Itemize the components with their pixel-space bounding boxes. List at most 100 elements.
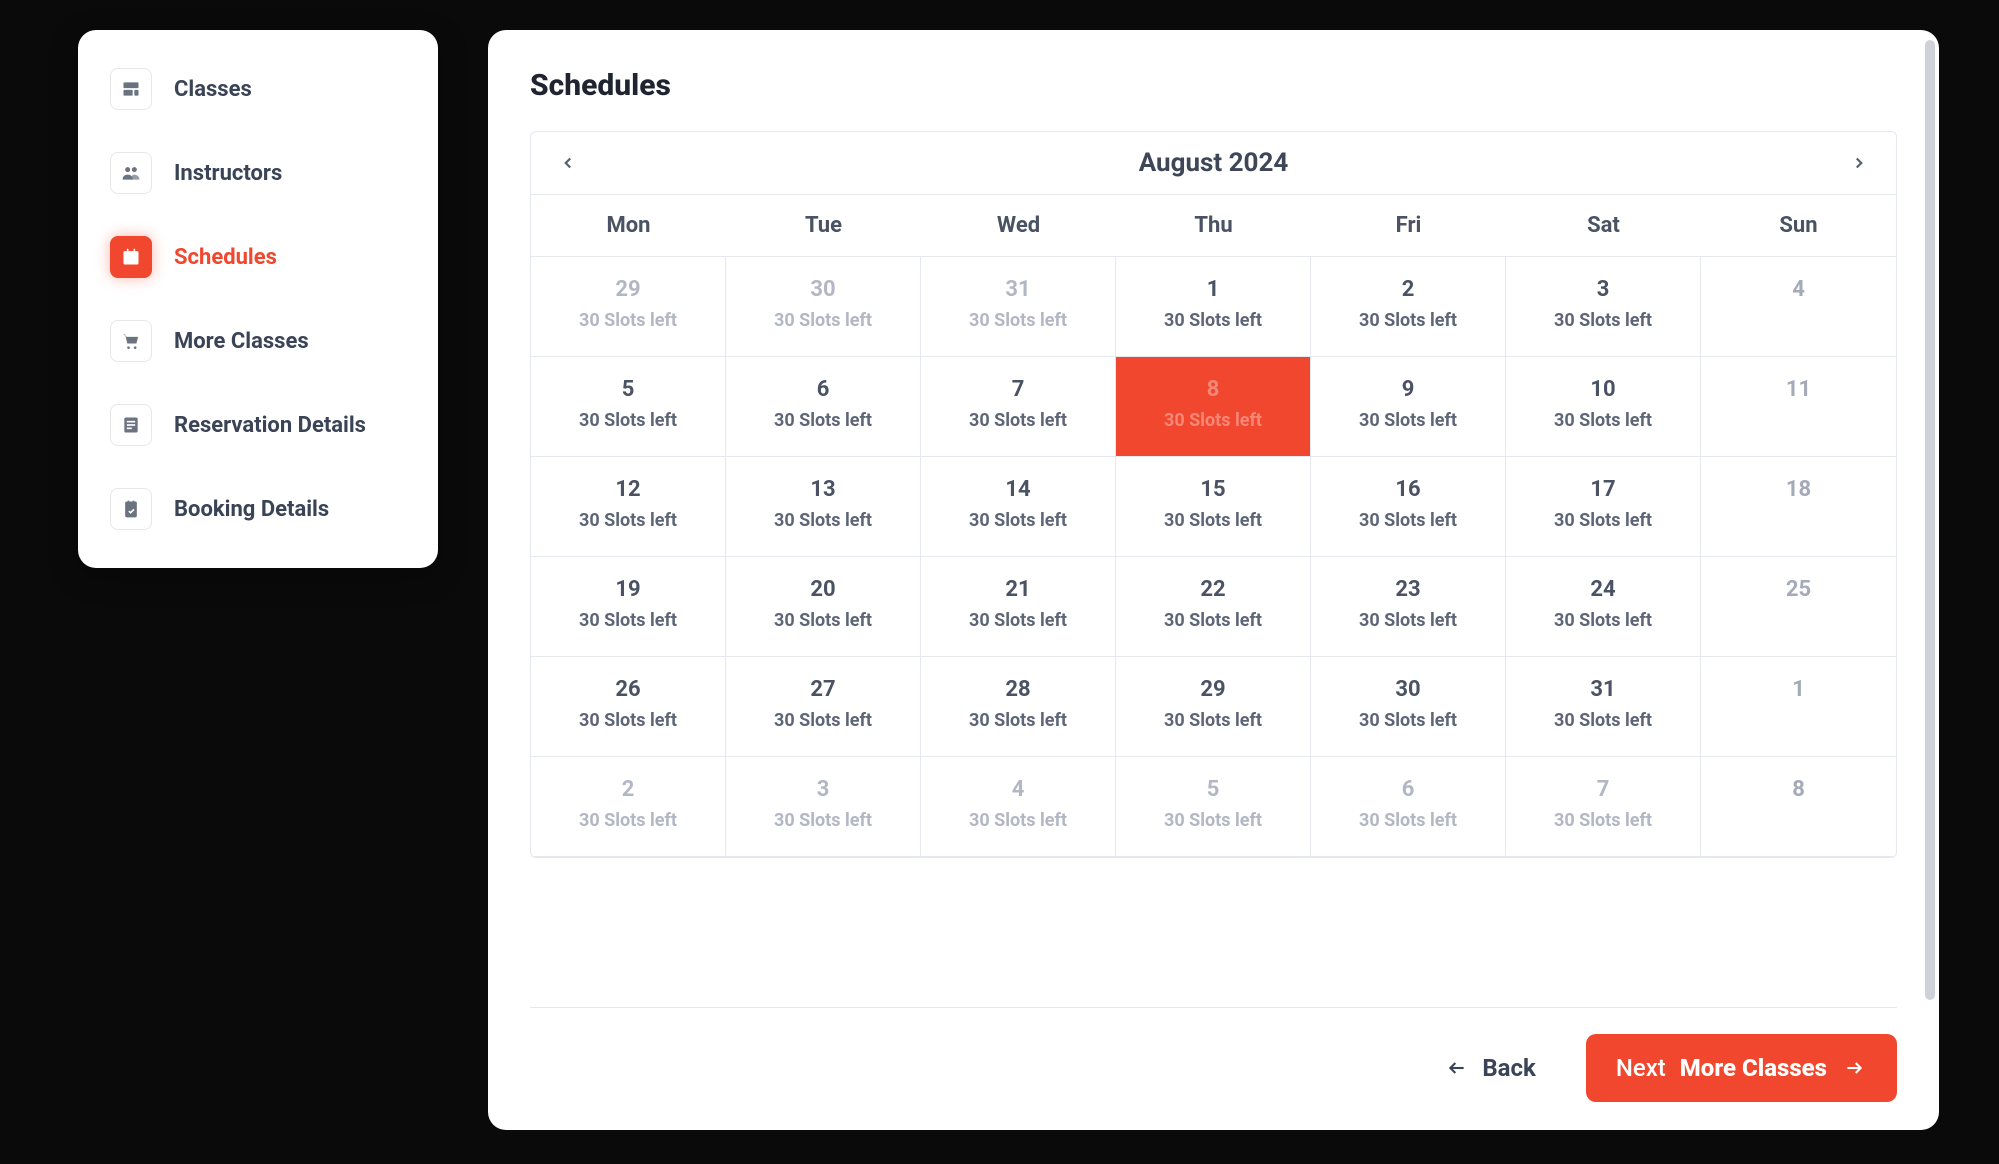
calendar-day-number: 1 — [1707, 677, 1890, 702]
calendar-day-number: 16 — [1317, 477, 1499, 502]
calendar-day-cell[interactable]: 11 — [1701, 357, 1896, 457]
sidebar-item-schedules[interactable]: Schedules — [106, 226, 410, 288]
calendar-day-slots: 30 Slots left — [732, 710, 914, 731]
sidebar-item-label: More Classes — [174, 329, 309, 354]
calendar-day-slots: 30 Slots left — [1512, 410, 1694, 431]
calendar-day-cell[interactable]: 13 30 Slots left — [726, 457, 921, 557]
next-month-button[interactable] — [1844, 148, 1874, 178]
calendar-day-cell[interactable]: 2630 Slots left — [531, 657, 726, 757]
calendar-day-cell[interactable]: 830 Slots left — [1116, 357, 1311, 457]
calendar-day-slots: 30 Slots left — [537, 510, 719, 531]
calendar-day-number: 28 — [927, 677, 1109, 702]
sidebar-item-instructors[interactable]: Instructors — [106, 142, 410, 204]
calendar-day-slots: 30 Slots left — [927, 310, 1109, 331]
sidebar-item-more-classes[interactable]: More Classes — [106, 310, 410, 372]
calendar-day-number: 4 — [1707, 277, 1890, 302]
calendar-day-cell[interactable]: 2330 Slots left — [1311, 557, 1506, 657]
back-button[interactable]: Back — [1444, 1054, 1535, 1082]
calendar-day-cell[interactable]: 130 Slots left — [1116, 257, 1311, 357]
calendar-day-cell[interactable]: 4 — [1701, 257, 1896, 357]
page-title: Schedules — [530, 68, 1897, 103]
calendar-day-cell[interactable]: 25 — [1701, 557, 1896, 657]
calendar-day-slots: 30 Slots left — [1317, 410, 1499, 431]
calendar-day-number: 31 — [1512, 677, 1694, 702]
calendar-day-number: 7 — [927, 377, 1109, 402]
calendar-day-cell[interactable]: 3030 Slots left — [1311, 657, 1506, 757]
calendar-dayname: Mon — [531, 195, 726, 257]
calendar-day-slots: 30 Slots left — [1512, 810, 1694, 831]
calendar-month-label: August 2024 — [1139, 148, 1289, 178]
calendar-day-number: 13 — [732, 477, 914, 502]
calendar-day-cell[interactable]: 2030 Slots left — [726, 557, 921, 657]
calendar-day-cell[interactable]: 530 Slots left — [1116, 757, 1311, 857]
calendar-day-cell[interactable]: 2830 Slots left — [921, 657, 1116, 757]
calendar-day-cell[interactable]: 930 Slots left — [1311, 357, 1506, 457]
calendar-day-number: 2 — [1317, 277, 1499, 302]
sidebar-item-label: Reservation Details — [174, 413, 366, 438]
calendar-dayname: Thu — [1116, 195, 1311, 257]
calendar-day-cell[interactable]: 19 30 Slots left — [531, 557, 726, 657]
calendar-day-cell[interactable]: 31 30 Slots left — [1506, 657, 1701, 757]
calendar-day-slots: 30 Slots left — [927, 410, 1109, 431]
prev-month-button[interactable] — [553, 148, 583, 178]
calendar-day-cell[interactable]: 1730 Slots left — [1506, 457, 1701, 557]
calendar-day-slots: 30 Slots left — [1512, 610, 1694, 631]
next-button[interactable]: Next More Classes — [1586, 1034, 1897, 1102]
calendar-day-cell[interactable]: 2230 Slots left — [1116, 557, 1311, 657]
calendar: August 2024 MonTueWedThuFriSatSun 2930 S… — [530, 131, 1897, 858]
calendar-day-number: 31 — [927, 277, 1109, 302]
calendar-day-slots: 30 Slots left — [732, 810, 914, 831]
calendar-day-cell[interactable]: 230 Slots left — [1311, 257, 1506, 357]
calendar-day-cell[interactable]: 1530 Slots left — [1116, 457, 1311, 557]
calendar-day-number: 27 — [732, 677, 914, 702]
calendar-day-number: 21 — [927, 577, 1109, 602]
calendar-day-number: 12 — [537, 477, 719, 502]
calendar-day-cell[interactable]: 330 Slots left — [1506, 257, 1701, 357]
sidebar-item-booking-details[interactable]: Booking Details — [106, 478, 410, 540]
calendar-day-cell[interactable]: 3030 Slots left — [726, 257, 921, 357]
calendar-day-cell[interactable]: 2930 Slots left — [1116, 657, 1311, 757]
calendar-day-cell[interactable]: 31 30 Slots left — [921, 257, 1116, 357]
calendar-day-cell[interactable]: 8 — [1701, 757, 1896, 857]
sidebar-item-classes[interactable]: Classes — [106, 58, 410, 120]
calendar-day-number: 6 — [732, 377, 914, 402]
calendar-day-cell[interactable]: 3 30 Slots left — [726, 757, 921, 857]
calendar-day-cell[interactable]: 2930 Slots left — [531, 257, 726, 357]
next-button-bold: More Classes — [1680, 1054, 1827, 1082]
calendar-day-cell[interactable]: 430 Slots left — [921, 757, 1116, 857]
calendar-day-slots: 30 Slots left — [1512, 510, 1694, 531]
calendar-day-number: 7 — [1512, 777, 1694, 802]
calendar-day-slots: 30 Slots left — [537, 610, 719, 631]
calendar-day-number: 14 — [927, 477, 1109, 502]
calendar-day-slots: 30 Slots left — [1512, 710, 1694, 731]
calendar-day-cell[interactable]: 12 30 Slots left — [531, 457, 726, 557]
calendar-day-number: 3 — [732, 777, 914, 802]
calendar-day-number: 10 — [1512, 377, 1694, 402]
calendar-day-cell[interactable]: 18 — [1701, 457, 1896, 557]
calendar-day-cell[interactable]: 2130 Slots left — [921, 557, 1116, 657]
scrollbar[interactable] — [1925, 40, 1935, 1000]
reservation-details-icon — [110, 404, 152, 446]
next-button-prefix: Next — [1616, 1054, 1666, 1082]
schedules-icon — [110, 236, 152, 278]
calendar-day-number: 30 — [732, 277, 914, 302]
calendar-day-cell[interactable]: 1630 Slots left — [1311, 457, 1506, 557]
calendar-day-slots: 30 Slots left — [732, 510, 914, 531]
calendar-day-cell[interactable]: 10 30 Slots left — [1506, 357, 1701, 457]
calendar-day-number: 30 — [1317, 677, 1499, 702]
calendar-day-slots: 30 Slots left — [1122, 710, 1304, 731]
calendar-day-number: 26 — [537, 677, 719, 702]
calendar-day-cell[interactable]: 7 30 Slots left — [1506, 757, 1701, 857]
calendar-week: 530 Slots left630 Slots left730 Slots le… — [531, 357, 1896, 457]
calendar-day-cell[interactable]: 230 Slots left — [531, 757, 726, 857]
calendar-day-cell[interactable]: 1430 Slots left — [921, 457, 1116, 557]
calendar-day-cell[interactable]: 630 Slots left — [726, 357, 921, 457]
calendar-day-cell[interactable]: 1 — [1701, 657, 1896, 757]
sidebar-item-reservation-details[interactable]: Reservation Details — [106, 394, 410, 456]
calendar-day-cell[interactable]: 2430 Slots left — [1506, 557, 1701, 657]
calendar-day-cell[interactable]: 27 30 Slots left — [726, 657, 921, 757]
calendar-day-cell[interactable]: 7 30 Slots left — [921, 357, 1116, 457]
calendar-day-cell[interactable]: 530 Slots left — [531, 357, 726, 457]
calendar-day-number: 19 — [537, 577, 719, 602]
calendar-day-cell[interactable]: 630 Slots left — [1311, 757, 1506, 857]
